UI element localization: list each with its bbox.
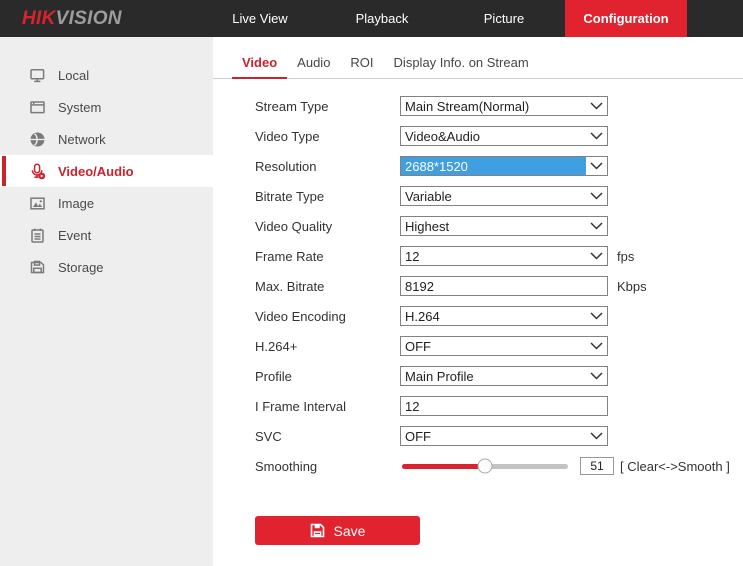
form-row-h264plus: H.264+ OFF [213,331,743,361]
main-content: Video Audio ROI Display Info. on Stream … [213,37,743,566]
sidebar-item-label: Local [58,68,89,83]
tab-audio[interactable]: Audio [287,55,340,78]
sidebar-item-system[interactable]: System [0,91,213,123]
form-row-smoothing: Smoothing 51 [ Clear<->Smooth ] [213,451,743,481]
chevron-down-icon [586,192,607,200]
field-label: Video Encoding [255,309,400,324]
tab-display-info-on-stream[interactable]: Display Info. on Stream [384,55,539,78]
field-label: Max. Bitrate [255,279,400,294]
save-button[interactable]: Save [255,516,420,545]
chevron-down-icon [586,342,607,350]
chevron-down-icon [586,132,607,140]
nav-tab-playback[interactable]: Playback [321,0,443,37]
chevron-down-icon [586,102,607,110]
save-icon [310,523,325,538]
field-label: Smoothing [255,459,400,474]
sidebar-item-network[interactable]: Network [0,123,213,155]
nav-tab-live-view[interactable]: Live View [199,0,321,37]
unit-label: Kbps [617,279,647,294]
sidebar-item-label: Image [58,196,94,211]
frame-rate-select[interactable]: 12 [400,246,608,266]
form-row-video-encoding: Video Encoding H.264 [213,301,743,331]
sidebar-item-video-audio[interactable]: Video/Audio [0,155,213,187]
chevron-down-icon [586,252,607,260]
nav-tab-picture[interactable]: Picture [443,0,565,37]
field-label: Frame Rate [255,249,400,264]
form-row-i-frame-interval: I Frame Interval [213,391,743,421]
max-bitrate-input[interactable] [400,276,608,296]
form-row-video-type: Video Type Video&Audio [213,121,743,151]
field-label: Resolution [255,159,400,174]
svc-select[interactable]: OFF [400,426,608,446]
video-encoding-select[interactable]: H.264 [400,306,608,326]
field-label: H.264+ [255,339,400,354]
hikvision-logo: HIKVISION [0,0,199,37]
video-settings-form: Stream Type Main Stream(Normal) Video Ty… [213,91,743,545]
sidebar-item-label: Event [58,228,91,243]
event-icon [29,227,46,244]
top-nav: Live View Playback Picture Configuration [199,0,687,37]
logo-text-red: HIK [22,8,56,30]
content-tabs: Video Audio ROI Display Info. on Stream [213,37,743,79]
sidebar-item-event[interactable]: Event [0,219,213,251]
monitor-icon [29,67,46,84]
field-label: Video Quality [255,219,400,234]
i-frame-interval-input[interactable] [400,396,608,416]
form-row-resolution: Resolution 2688*1520 [213,151,743,181]
unit-label: fps [617,249,634,264]
form-row-svc: SVC OFF [213,421,743,451]
chevron-down-icon [586,312,607,320]
window-icon [29,99,46,116]
sidebar-item-label: Network [58,132,106,147]
storage-icon [29,259,46,276]
bitrate-type-select[interactable]: Variable [400,186,608,206]
smoothing-hint-label: [ Clear<->Smooth ] [620,459,730,474]
smoothing-slider-fill [402,464,485,469]
save-row: Save [213,516,743,545]
smoothing-value-box[interactable]: 51 [580,457,614,475]
smoothing-slider[interactable] [402,464,568,469]
nav-tab-configuration[interactable]: Configuration [565,0,687,37]
stream-type-select[interactable]: Main Stream(Normal) [400,96,608,116]
chevron-down-icon [586,432,607,440]
chevron-down-icon [586,222,607,230]
form-row-bitrate-type: Bitrate Type Variable [213,181,743,211]
field-label: I Frame Interval [255,399,400,414]
sidebar-item-image[interactable]: Image [0,187,213,219]
sidebar-item-label: Storage [58,260,104,275]
logo-text-gray: VISION [56,8,122,30]
save-button-label: Save [334,523,366,539]
video-type-select[interactable]: Video&Audio [400,126,608,146]
video-quality-select[interactable]: Highest [400,216,608,236]
form-row-profile: Profile Main Profile [213,361,743,391]
form-row-stream-type: Stream Type Main Stream(Normal) [213,91,743,121]
profile-select[interactable]: Main Profile [400,366,608,386]
resolution-select[interactable]: 2688*1520 [400,156,608,176]
image-icon [29,195,46,212]
form-row-video-quality: Video Quality Highest [213,211,743,241]
tab-roi[interactable]: ROI [340,55,383,78]
chevron-down-icon [586,162,607,170]
field-label: Video Type [255,129,400,144]
smoothing-slider-thumb[interactable] [478,459,493,474]
chevron-down-icon [586,372,607,380]
hikvision-config-page: HIKVISION Live View Playback Picture Con… [0,0,743,566]
sidebar-item-storage[interactable]: Storage [0,251,213,283]
sidebar-item-label: Video/Audio [58,164,134,179]
sidebar-item-label: System [58,100,101,115]
field-label: SVC [255,429,400,444]
globe-icon [29,131,46,148]
tab-video[interactable]: Video [232,55,287,78]
top-header: HIKVISION Live View Playback Picture Con… [0,0,743,37]
field-label: Bitrate Type [255,189,400,204]
h264plus-select[interactable]: OFF [400,336,608,356]
microphone-icon [29,163,46,180]
field-label: Stream Type [255,99,400,114]
sidebar: Local System Network Video/Audio [0,37,213,566]
form-row-frame-rate: Frame Rate 12 fps [213,241,743,271]
sidebar-item-local[interactable]: Local [0,59,213,91]
form-row-max-bitrate: Max. Bitrate Kbps [213,271,743,301]
field-label: Profile [255,369,400,384]
